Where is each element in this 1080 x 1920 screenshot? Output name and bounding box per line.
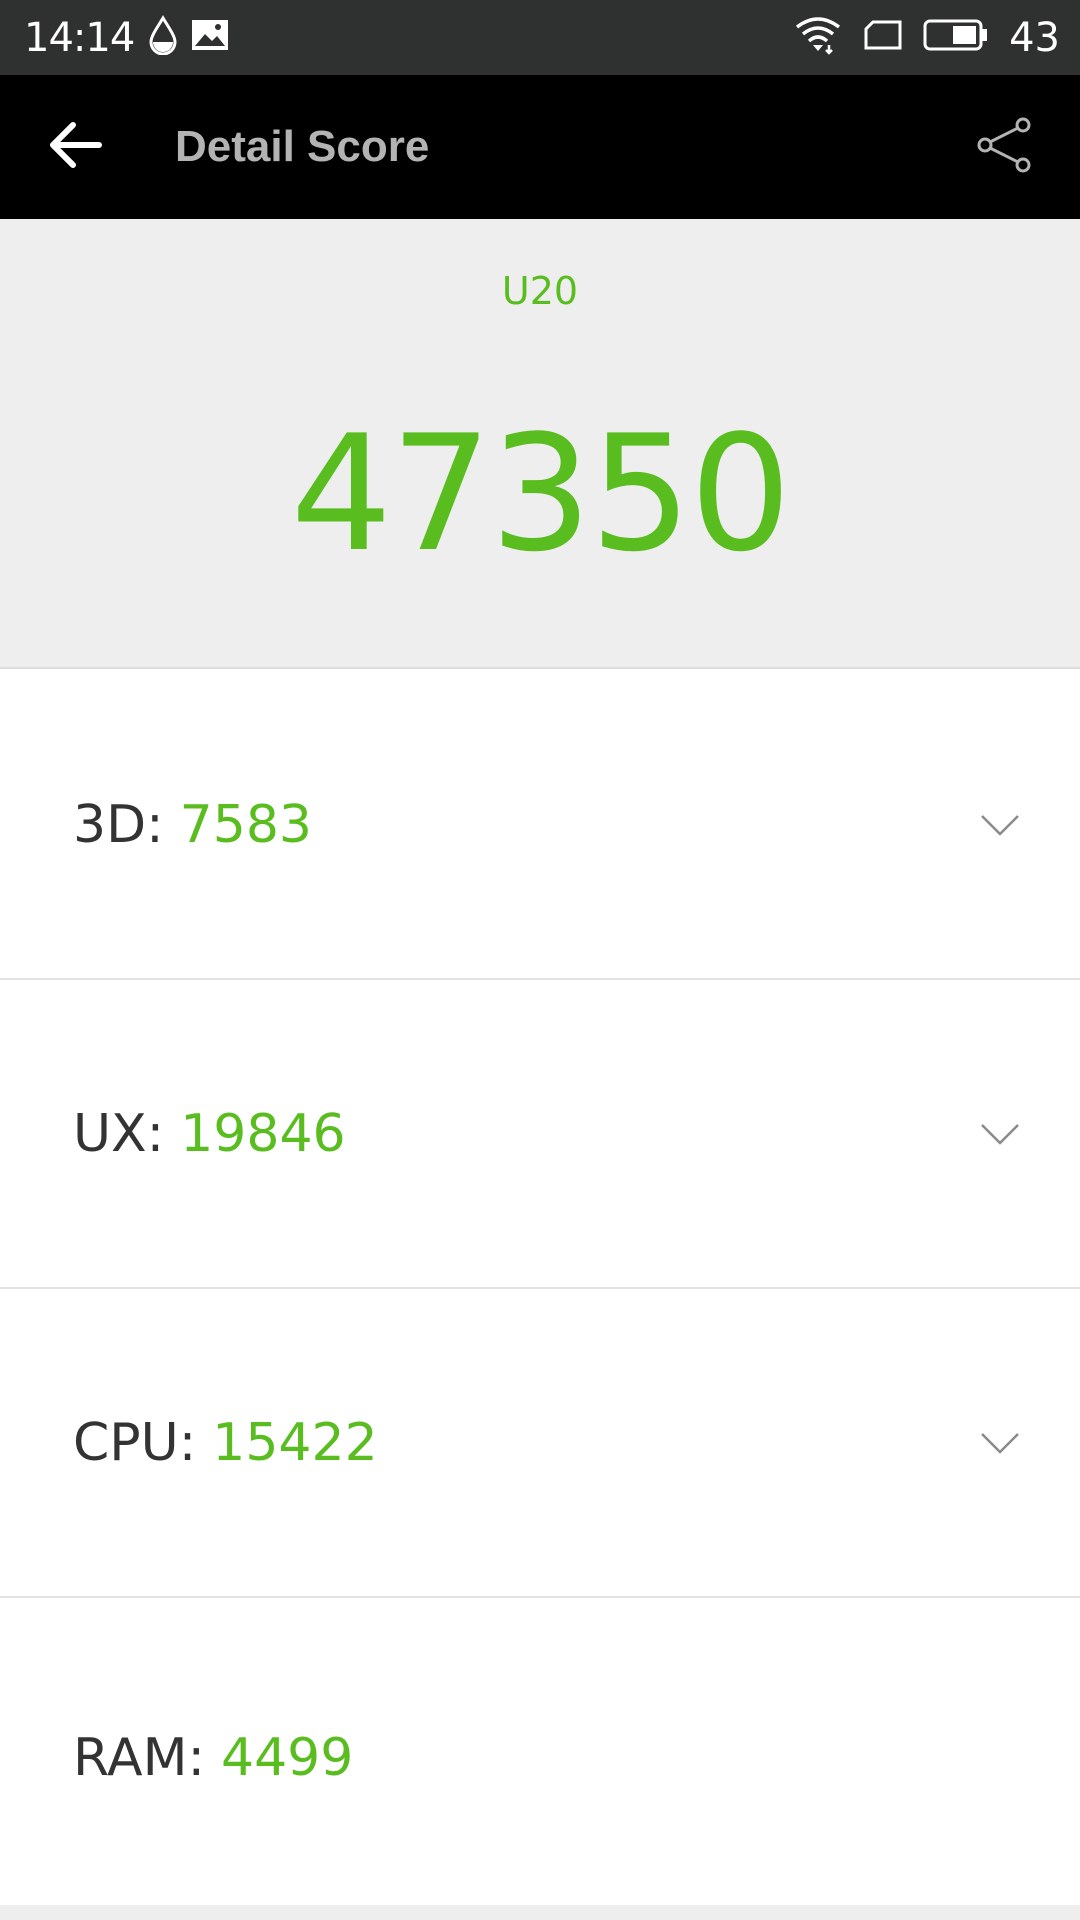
status-left-icons — [148, 15, 230, 60]
score-label-3d: 3D: — [73, 794, 164, 855]
device-name: U20 — [501, 269, 579, 313]
arrow-left-icon — [47, 120, 103, 175]
score-label-ux: UX: — [73, 1103, 165, 1164]
score-value-cpu: 15422 — [212, 1412, 378, 1473]
score-label-cpu: CPU: — [73, 1412, 197, 1473]
app-bar: Detail Score — [0, 75, 1080, 219]
score-value-3d: 7583 — [179, 794, 312, 855]
score-header: U20 47350 — [0, 219, 1080, 669]
status-bar: 14:14 43 — [0, 0, 1080, 75]
battery-icon — [923, 18, 989, 57]
share-button[interactable] — [930, 75, 1080, 219]
back-button[interactable] — [0, 75, 150, 219]
image-icon — [190, 18, 230, 57]
wifi-icon — [793, 15, 843, 60]
score-label-ram: RAM: — [73, 1728, 205, 1788]
share-icon — [975, 117, 1035, 178]
battery-level: 43 — [1009, 14, 1060, 61]
chevron-down-icon[interactable] — [980, 1122, 1020, 1146]
drop-icon — [148, 15, 178, 60]
score-row-cpu[interactable]: CPU: 15422 — [0, 1289, 1080, 1598]
sim-card-icon — [863, 19, 903, 56]
score-row-ux[interactable]: UX: 19846 — [0, 980, 1080, 1289]
score-value-ram: 4499 — [220, 1728, 354, 1788]
score-row-ram: RAM: 4499 — [0, 1598, 1080, 1918]
chevron-down-icon[interactable] — [980, 1431, 1020, 1455]
score-value-ux: 19846 — [180, 1103, 346, 1164]
total-score: 47350 — [290, 400, 792, 587]
status-right-icons: 43 — [793, 15, 1060, 61]
page-title: Detail Score — [175, 122, 430, 171]
bottom-divider — [0, 1905, 1080, 1920]
score-row-3d[interactable]: 3D: 7583 — [0, 671, 1080, 980]
score-list: 3D: 7583 UX: 19846 CPU: 15422 RAM: 4499 — [0, 671, 1080, 1918]
chevron-down-icon[interactable] — [980, 813, 1020, 837]
status-time: 14:14 — [24, 14, 135, 61]
